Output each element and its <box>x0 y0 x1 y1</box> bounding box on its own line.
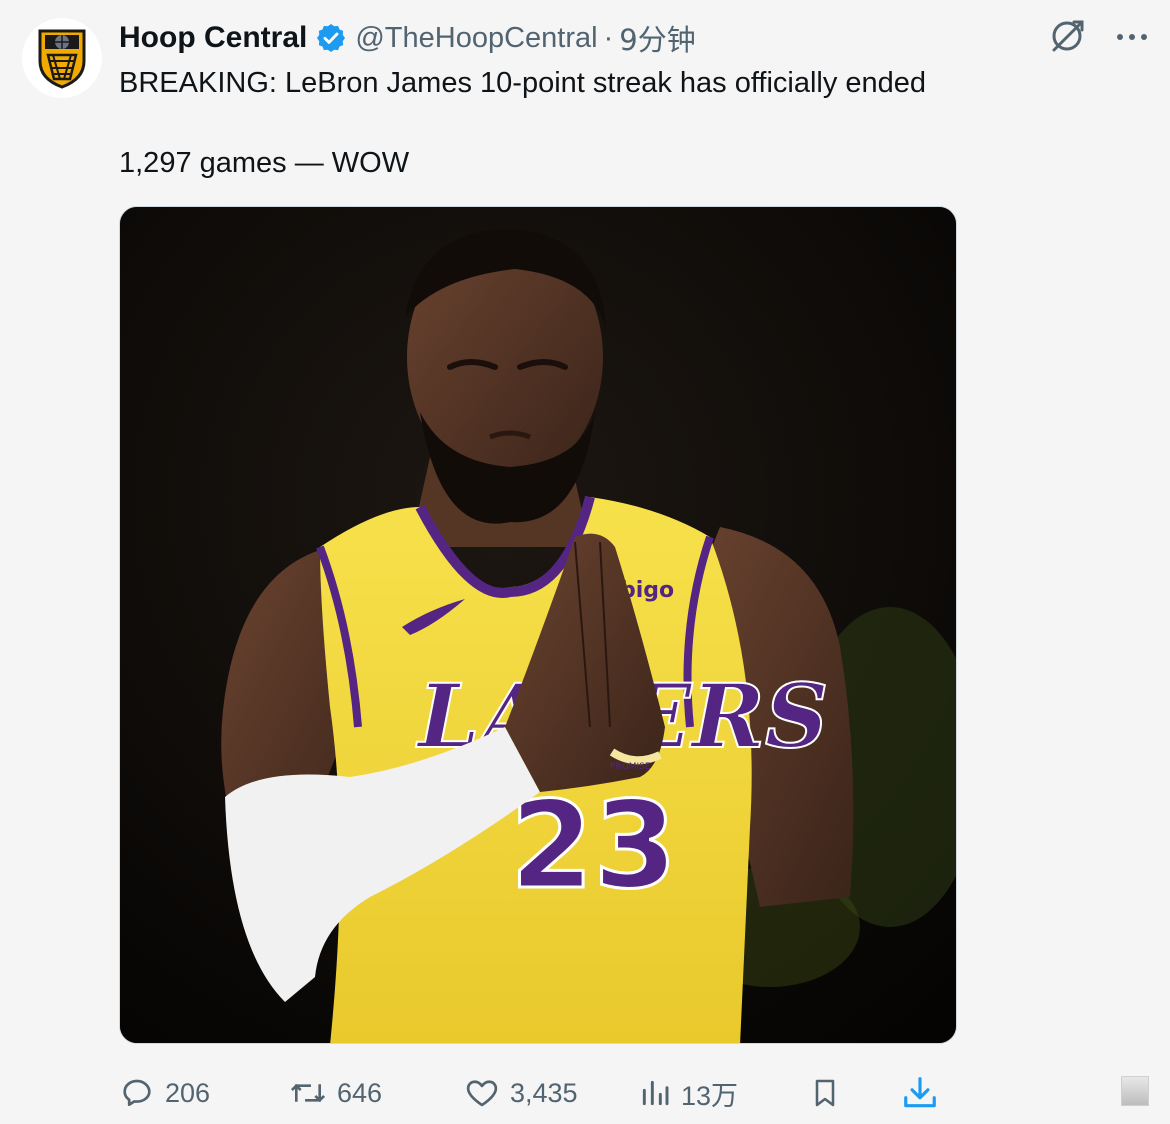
tweet-card: Hoop Central @TheHoopCentral · 9分钟 BREAK… <box>0 0 1170 1124</box>
tweet-line-2: 1,297 games — WOW <box>119 147 410 179</box>
more-icon[interactable] <box>1116 29 1148 47</box>
tweet-header: Hoop Central @TheHoopCentral · 9分钟 <box>119 18 696 58</box>
thumbnail-preview[interactable] <box>1121 1076 1149 1106</box>
timestamp[interactable]: 9分钟 <box>619 17 695 59</box>
share-button[interactable] <box>901 1068 939 1118</box>
heart-icon <box>466 1080 498 1107</box>
like-count: 3,435 <box>510 1077 578 1108</box>
views-count: 13万 <box>681 1080 739 1111</box>
verified-badge-icon[interactable] <box>315 22 347 54</box>
avatar[interactable] <box>22 18 102 98</box>
wristband-text: PROMISE <box>610 762 651 772</box>
like-button[interactable]: 3,435 <box>464 1068 578 1118</box>
action-bar: 206 646 3,435 13万 <box>119 1068 1149 1118</box>
bookmark-icon <box>815 1079 835 1107</box>
tweet-text: BREAKING: LeBron James 10-point streak h… <box>119 64 926 182</box>
reply-count: 206 <box>165 1077 211 1108</box>
jersey-number: 23 <box>510 777 677 916</box>
tweet-line-1: BREAKING: LeBron James 10-point streak h… <box>119 67 927 99</box>
retweet-icon <box>290 1083 326 1103</box>
reply-icon <box>123 1079 151 1107</box>
views-button[interactable]: 13万 <box>639 1068 738 1118</box>
grok-icon[interactable] <box>1048 17 1086 60</box>
author-handle[interactable]: @TheHoopCentral <box>355 22 597 55</box>
reply-button[interactable]: 206 <box>119 1068 210 1118</box>
download-icon <box>904 1077 936 1108</box>
retweet-count: 646 <box>337 1077 383 1108</box>
header-actions <box>1048 18 1148 58</box>
retweet-button[interactable]: 646 <box>289 1068 382 1118</box>
separator-dot: · <box>603 21 614 54</box>
author-name[interactable]: Hoop Central <box>119 21 307 55</box>
tweet-photo[interactable]: LAKERS 23 bigo PROMISE <box>119 206 957 1044</box>
bookmark-button[interactable] <box>809 1068 841 1118</box>
basketball-hoop-logo-icon <box>38 29 86 89</box>
player-photo: LAKERS 23 bigo PROMISE <box>120 207 956 1043</box>
views-chart-icon <box>642 1080 669 1106</box>
